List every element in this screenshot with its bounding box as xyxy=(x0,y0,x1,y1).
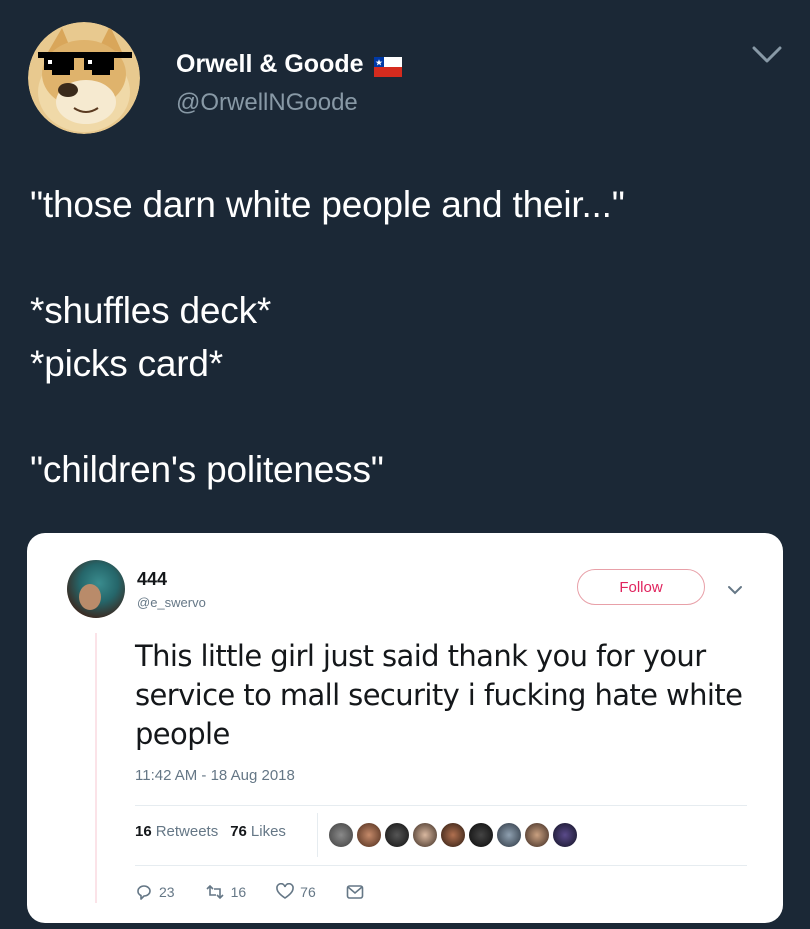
quoted-tweet-timestamp[interactable]: 11:42 AM - 18 Aug 2018 xyxy=(135,767,295,784)
thread-line xyxy=(95,633,97,903)
reply-button[interactable]: 23 xyxy=(135,883,175,901)
reply-count: 23 xyxy=(159,884,175,900)
like-count: 76 xyxy=(300,884,316,900)
likes-count[interactable]: 76 xyxy=(230,823,247,840)
retweet-count: 16 xyxy=(230,884,247,900)
reply-icon xyxy=(137,885,151,900)
engagement-stats: 16 Retweets 76 Likes xyxy=(135,823,298,840)
liker-avatar[interactable] xyxy=(355,821,383,849)
retweet-icon xyxy=(206,884,224,900)
liker-avatar[interactable] xyxy=(411,821,439,849)
doge-avatar-icon xyxy=(28,22,140,134)
liker-avatar[interactable] xyxy=(523,821,551,849)
chevron-down-icon[interactable] xyxy=(727,583,743,595)
retweet-button[interactable]: 16 xyxy=(205,883,247,901)
liker-avatar[interactable] xyxy=(327,821,355,849)
tweet-screenshot: Orwell & Goode @OrwellNGoode "those darn… xyxy=(0,0,810,929)
divider xyxy=(317,813,318,857)
divider xyxy=(135,805,747,806)
liker-avatar[interactable] xyxy=(383,821,411,849)
chile-flag-icon xyxy=(373,55,402,77)
author-name-text: Orwell & Goode xyxy=(176,50,364,78)
liker-avatars xyxy=(327,821,579,849)
tweet-text: "those darn white people and their..." *… xyxy=(30,184,625,490)
liker-avatar[interactable] xyxy=(495,821,523,849)
author-name[interactable]: Orwell & Goode xyxy=(176,50,402,79)
likes-label[interactable]: Likes xyxy=(251,823,286,840)
chevron-down-icon[interactable] xyxy=(750,42,784,68)
quoted-tweet-card[interactable]: 444 @e_swervo Follow This little girl ju… xyxy=(27,533,783,923)
liker-avatar[interactable] xyxy=(439,821,467,849)
retweets-count[interactable]: 16 xyxy=(135,823,152,840)
author-avatar[interactable] xyxy=(28,22,140,134)
like-button[interactable]: 76 xyxy=(276,883,316,901)
quoted-author-avatar[interactable] xyxy=(67,560,125,618)
heart-icon xyxy=(276,883,294,899)
author-handle[interactable]: @OrwellNGoode xyxy=(176,89,358,117)
tweet-actions: 23 16 76 xyxy=(135,883,400,901)
liker-avatar[interactable] xyxy=(467,821,495,849)
message-icon xyxy=(346,885,364,899)
divider xyxy=(135,865,747,866)
direct-message-button[interactable] xyxy=(346,884,370,900)
liker-avatar[interactable] xyxy=(551,821,579,849)
retweets-label[interactable]: Retweets xyxy=(156,823,219,840)
follow-button[interactable]: Follow xyxy=(577,569,705,605)
quoted-author-name[interactable]: 444 xyxy=(137,569,167,590)
quoted-tweet-text: This little girl just said thank you for… xyxy=(135,639,743,751)
quoted-author-handle[interactable]: @e_swervo xyxy=(137,595,206,610)
